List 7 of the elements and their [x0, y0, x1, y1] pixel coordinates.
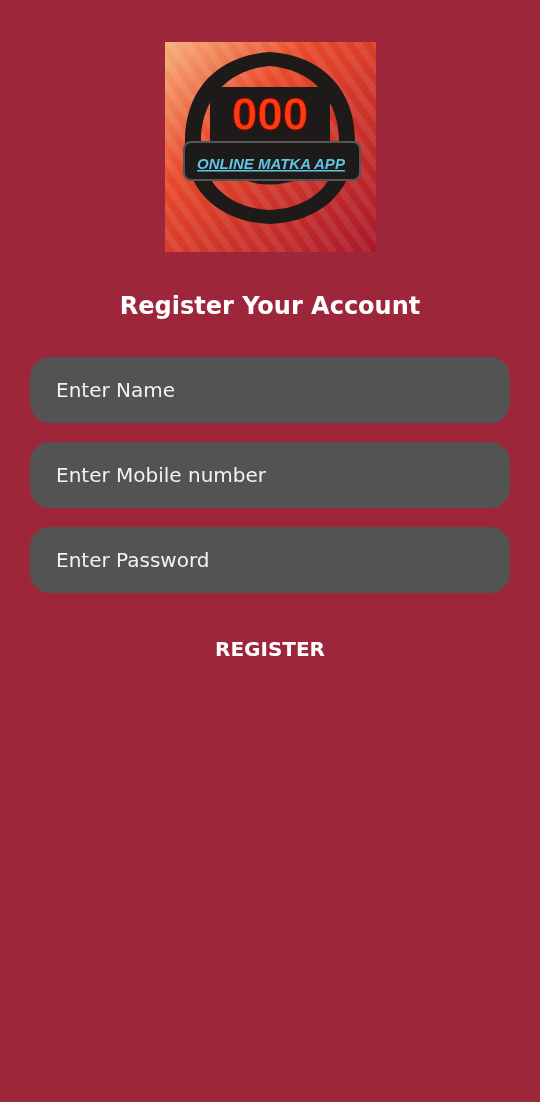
input-field[interactable]: Enter Mobile number: [30, 442, 510, 508]
page-title: Register Your Account: [119, 291, 421, 322]
input-field[interactable]: Enter Name: [30, 357, 510, 423]
register-button[interactable]: REGISTER: [199, 629, 341, 669]
logo-number: 000: [231, 88, 308, 140]
input-field[interactable]: Enter Password: [30, 527, 510, 593]
logo-title: ONLINE MATKA APP: [196, 155, 345, 172]
